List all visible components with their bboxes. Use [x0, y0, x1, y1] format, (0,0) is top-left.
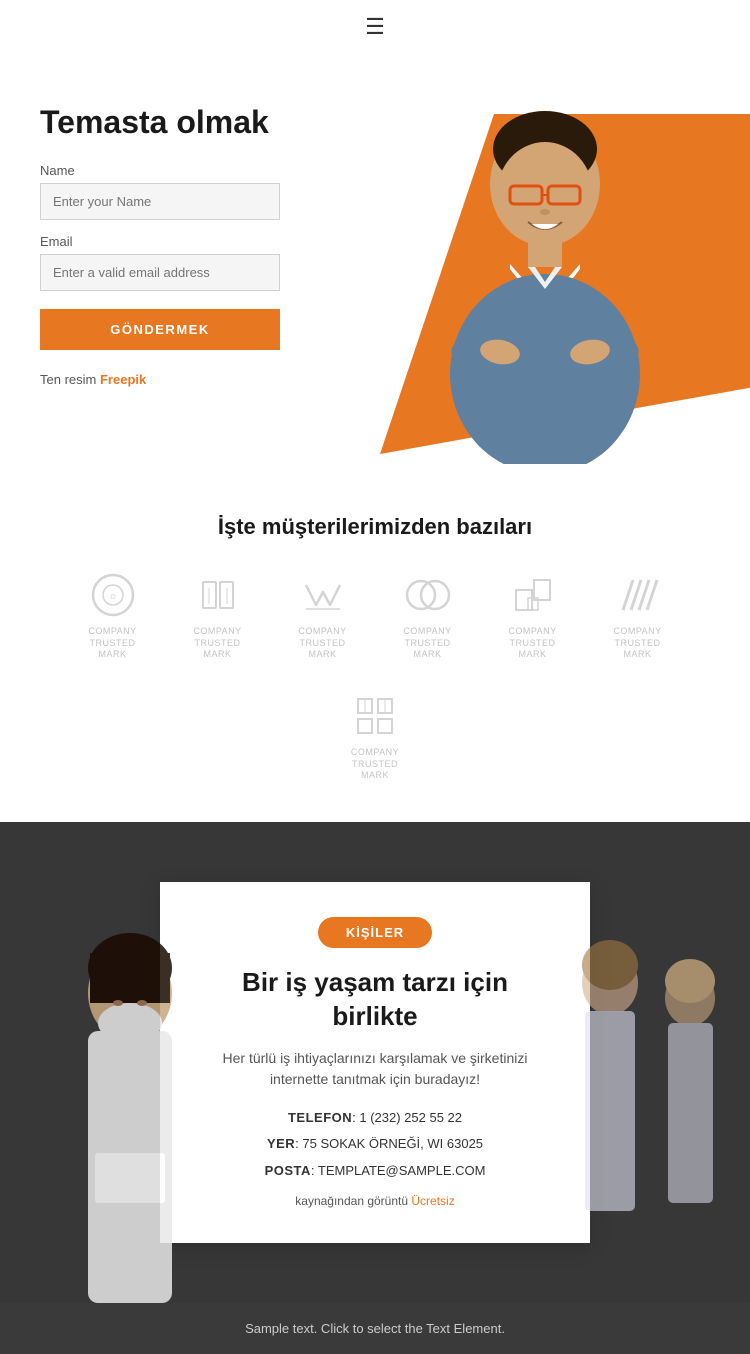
- kisiler-badge: KİŞİLER: [318, 917, 432, 948]
- svg-text:O: O: [110, 594, 116, 601]
- menu-icon[interactable]: ☰: [365, 14, 385, 40]
- logo-label-6: COMPANYTRUSTED MARK: [600, 626, 675, 661]
- footer[interactable]: Sample text. Click to select the Text El…: [0, 1303, 750, 1354]
- clients-title: İşte müşterilerimizden bazıları: [40, 514, 710, 540]
- logo-label-5: COMPANYTRUSTED MARK: [495, 626, 570, 661]
- logo-label-2: COMPANYTRUSTED MARK: [180, 626, 255, 661]
- logo-label-1: COMPANYTRUSTED MARK: [75, 626, 150, 661]
- hero-section: Temasta olmak Name Email GÖNDERMEK Ten r…: [0, 54, 750, 464]
- clients-section: İşte müşterilerimizden bazıları O COMPAN…: [0, 464, 750, 822]
- submit-button[interactable]: GÖNDERMEK: [40, 309, 280, 350]
- hero-form: Temasta olmak Name Email GÖNDERMEK Ten r…: [40, 94, 360, 387]
- team-section: KİŞİLER Bir iş yaşam tarzı için birlikte…: [0, 822, 750, 1303]
- hero-title: Temasta olmak: [40, 104, 360, 141]
- footer-text: Sample text. Click to select the Text El…: [245, 1321, 505, 1336]
- logo-label-3: COMPANYTRUSTED MARK: [285, 626, 360, 661]
- name-input[interactable]: [40, 183, 280, 220]
- logo-company-5: COMPANYTRUSTED MARK: [495, 570, 570, 661]
- email-input[interactable]: [40, 254, 280, 291]
- logo-company-3: COMPANYTRUSTED MARK: [285, 570, 360, 661]
- name-label: Name: [40, 163, 360, 178]
- logos-row: O COMPANYTRUSTED MARK COMPANYTRUSTED MAR…: [40, 570, 710, 782]
- logo-company-2: COMPANYTRUSTED MARK: [180, 570, 255, 661]
- card-credit-link[interactable]: Ücretsiz: [411, 1194, 454, 1208]
- email-label: Email: [40, 234, 360, 249]
- logo-label-7: COMPANYTRUSTED MARK: [338, 747, 413, 782]
- hero-image-area: [360, 94, 710, 444]
- freepik-link[interactable]: Freepik: [100, 372, 146, 387]
- team-content: KİŞİLER Bir iş yaşam tarzı için birlikte…: [0, 822, 750, 1303]
- header: ☰: [0, 0, 750, 54]
- logo-company-7: COMPANYTRUSTED MARK: [338, 691, 413, 782]
- logo-label-4: COMPANYTRUSTED MARK: [390, 626, 465, 661]
- logo-company-1: O COMPANYTRUSTED MARK: [75, 570, 150, 661]
- woman-image: [380, 104, 730, 464]
- logo-company-6: COMPANYTRUSTED MARK: [600, 570, 675, 661]
- logo-company-4: COMPANYTRUSTED MARK: [390, 570, 465, 661]
- hero-credit: Ten resim Freepik: [40, 372, 360, 387]
